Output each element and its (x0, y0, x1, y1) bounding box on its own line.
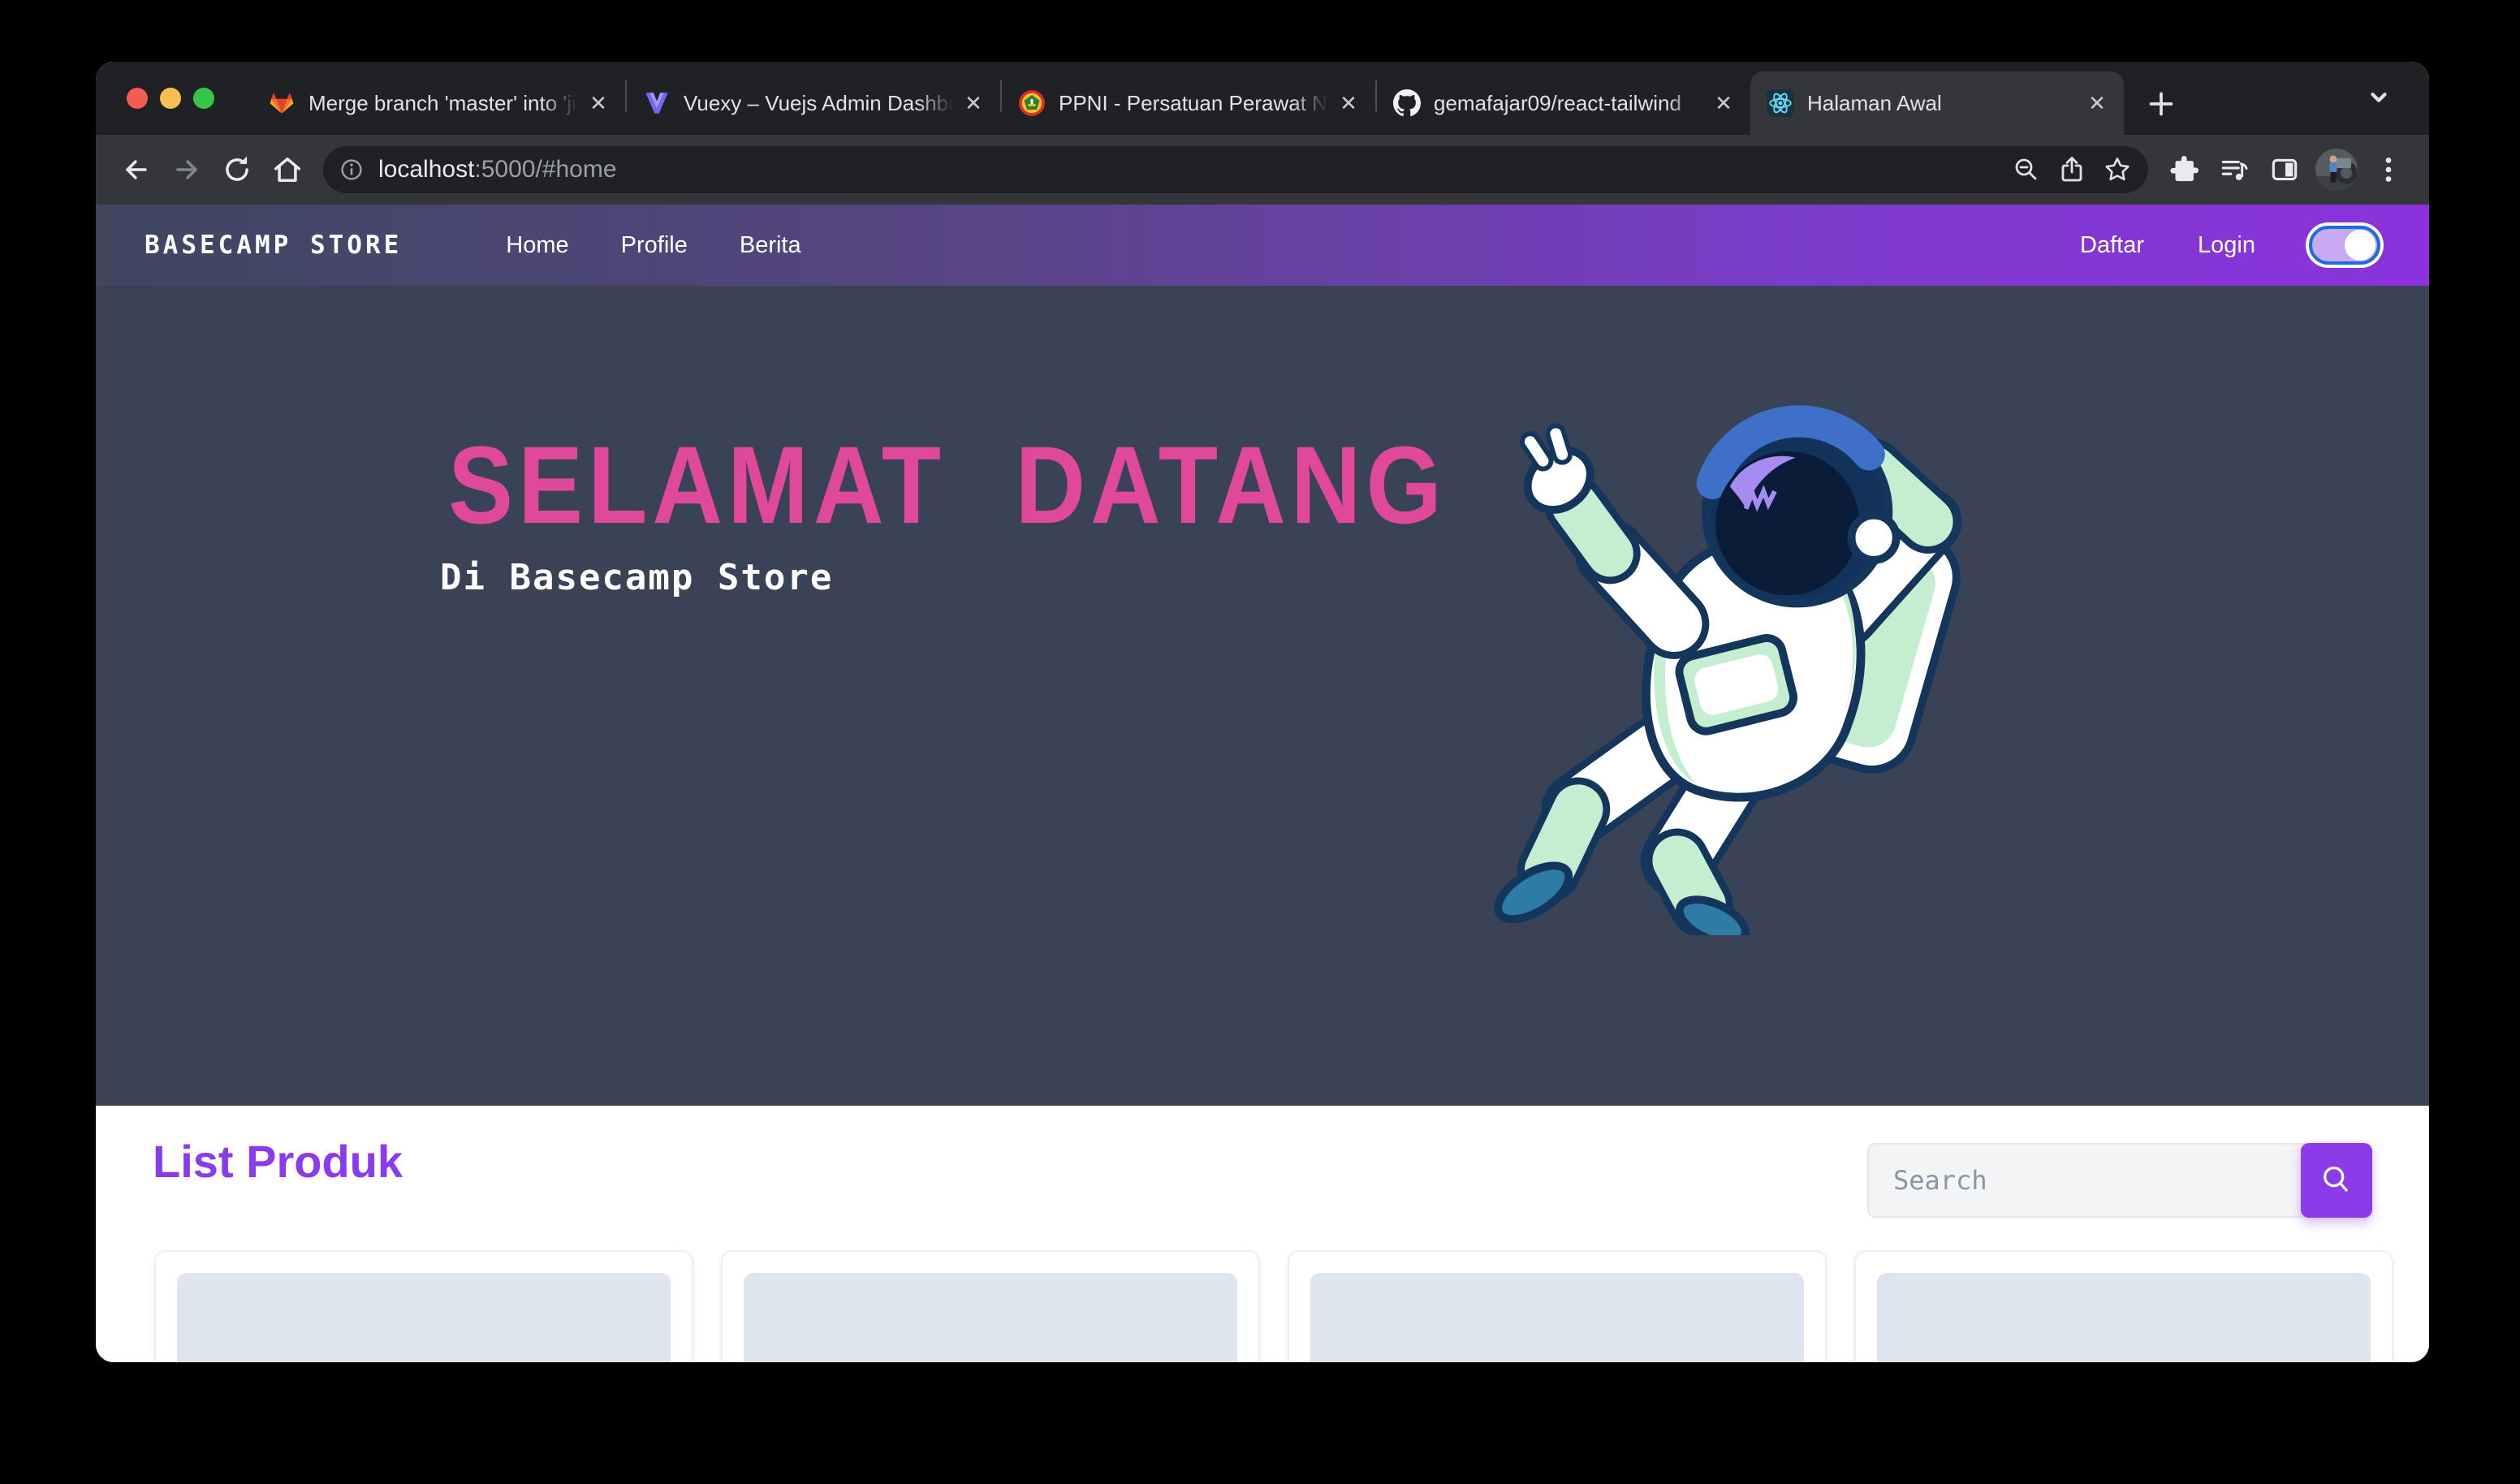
ppni-icon (1018, 89, 1046, 117)
tab-gitlab-merge[interactable]: Merge branch 'master' into 'jiha ✕ (252, 71, 625, 135)
product-card[interactable] (1854, 1250, 2393, 1362)
search-input[interactable] (1867, 1143, 2306, 1218)
forward-button[interactable] (164, 147, 209, 192)
nav-link-profile[interactable]: Profile (621, 232, 688, 259)
astronaut-illustration (1469, 367, 1981, 935)
product-image-placeholder (1877, 1273, 2371, 1362)
products-section: List Produk (96, 1106, 2429, 1362)
nav-link-daftar[interactable]: Daftar (2080, 232, 2144, 259)
side-panel-icon[interactable] (2262, 147, 2307, 192)
browser-window: Merge branch 'master' into 'jiha ✕ Vuexy… (96, 62, 2429, 1362)
reload-button[interactable] (214, 147, 260, 192)
nav-link-login[interactable]: Login (2198, 232, 2255, 259)
hero-section: SELAMAT DATANG Di Basecamp Store (96, 286, 2429, 1106)
products-heading: List Produk (153, 1135, 403, 1188)
browser-toolbar: localhost:5000/#home (96, 135, 2429, 205)
share-icon[interactable] (2049, 147, 2095, 192)
tab-title: gemafajar09/react-tailwind (1434, 91, 1681, 116)
github-icon (1393, 89, 1421, 117)
product-image-placeholder (177, 1273, 671, 1362)
traffic-lights (96, 62, 214, 135)
url-text[interactable]: localhost:5000/#home (378, 156, 2004, 183)
tab-title: PPNI - Persatuan Perawat Nasi (1059, 91, 1328, 116)
search-button[interactable] (2301, 1143, 2372, 1218)
nav-links: Home Profile Berita (506, 232, 800, 259)
product-image-placeholder (744, 1273, 1237, 1362)
product-card[interactable] (154, 1250, 693, 1362)
tab-github-repo[interactable]: gemafajar09/react-tailwind ✕ (1377, 71, 1750, 135)
tab-ppni[interactable]: PPNI - Persatuan Perawat Nasi ✕ (1002, 71, 1375, 135)
tab-close-icon[interactable]: ✕ (1335, 89, 1362, 117)
hero-title: SELAMAT DATANG (448, 430, 1447, 541)
theme-toggle-switch[interactable] (2309, 226, 2380, 265)
tab-strip: Merge branch 'master' into 'jiha ✕ Vuexy… (96, 62, 2429, 135)
media-playlist-icon[interactable] (2211, 147, 2257, 192)
hero-subtitle: Di Basecamp Store (440, 557, 833, 598)
toggle-knob (2345, 230, 2375, 261)
nav-link-berita[interactable]: Berita (740, 232, 801, 259)
zoom-window-button[interactable] (193, 88, 214, 109)
tab-close-icon[interactable]: ✕ (2083, 89, 2111, 117)
zoom-out-icon[interactable] (2004, 147, 2049, 192)
tabs: Merge branch 'master' into 'jiha ✕ Vuexy… (252, 62, 2124, 135)
home-button[interactable] (265, 147, 310, 192)
site-navbar: BASECAMP STORE Home Profile Berita Dafta… (96, 205, 2429, 286)
address-bar[interactable]: localhost:5000/#home (323, 146, 2148, 193)
product-card[interactable] (1288, 1250, 1827, 1362)
minimize-window-button[interactable] (160, 88, 181, 109)
search-box (1867, 1143, 2372, 1218)
tab-close-icon[interactable]: ✕ (960, 89, 987, 117)
vuexy-icon (643, 89, 671, 117)
tab-halaman-awal-active[interactable]: Halaman Awal ✕ (1750, 71, 2124, 135)
close-window-button[interactable] (127, 88, 148, 109)
nav-right: Daftar Login (2080, 226, 2380, 265)
tab-close-icon[interactable]: ✕ (1710, 89, 1737, 117)
browser-menu-kebab-icon[interactable] (2366, 147, 2411, 192)
profile-avatar[interactable] (2315, 149, 2358, 191)
brand-logo[interactable]: BASECAMP STORE (145, 231, 402, 260)
tab-title: Vuexy – Vuejs Admin Dashboar (684, 91, 953, 116)
tab-search-chevron-icon[interactable] (2361, 80, 2397, 115)
product-card[interactable] (721, 1250, 1260, 1362)
gitlab-icon (268, 89, 296, 117)
site-info-icon[interactable] (336, 154, 367, 185)
bookmark-star-icon[interactable] (2095, 147, 2140, 192)
search-icon (2319, 1163, 2354, 1198)
tab-title: Halaman Awal (1807, 91, 1942, 116)
extensions-puzzle-icon[interactable] (2161, 147, 2207, 192)
tab-close-icon[interactable]: ✕ (585, 89, 612, 117)
back-button[interactable] (114, 147, 159, 192)
product-image-placeholder (1310, 1273, 1804, 1362)
tab-title: Merge branch 'master' into 'jiha (309, 91, 578, 116)
tab-vuexy[interactable]: Vuexy – Vuejs Admin Dashboar ✕ (627, 71, 1000, 135)
product-cards (154, 1250, 2393, 1362)
new-tab-button[interactable] (2138, 81, 2184, 127)
nav-link-home[interactable]: Home (506, 232, 568, 259)
react-icon (1767, 89, 1794, 117)
